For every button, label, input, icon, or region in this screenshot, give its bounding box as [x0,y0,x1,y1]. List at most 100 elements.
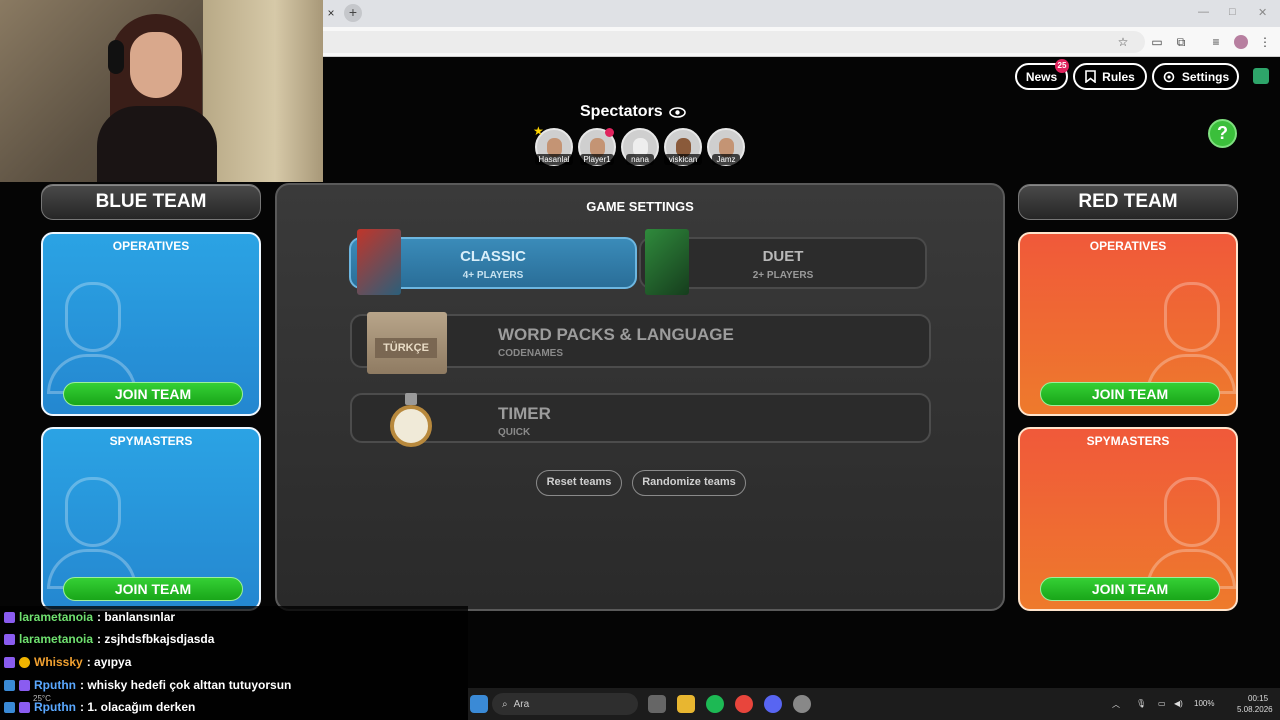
word-packs-button[interactable]: TÜRKÇE WORD PACKS & LANGUAGE CODENAMES [350,312,931,374]
settings-button[interactable]: Settings [1152,63,1239,90]
taskbar-search[interactable]: ⌕ Ara [492,693,638,715]
tab-close-icon[interactable]: × [323,5,339,21]
headset-icon [108,40,124,74]
clock-date[interactable]: 5.08.2026 [1237,705,1273,714]
blue-spymasters-join-button[interactable]: JOIN TEAM [63,577,243,601]
game-settings-title: GAME SETTINGS [586,199,694,214]
spotify-icon[interactable] [706,695,724,713]
weather-temp: 25°C [33,694,51,703]
red-team-title: RED TEAM [1018,184,1238,220]
blue-operatives-join-button[interactable]: JOIN TEAM [63,382,243,406]
word-packs-title: WORD PACKS & LANGUAGE [498,325,734,344]
windows-taskbar: ⌕ Ara ︿ 🎙 ▭ ◀) 100% 00:15 5.08.2026 [468,688,1280,720]
bookmark-icon [1085,70,1096,83]
chat-message: larametanoia : zsjhdsfbkajsdjasda [4,629,214,649]
blue-spymasters-panel: SPYMASTERS JOIN TEAM [41,427,261,611]
chat-badge-icon [4,701,15,713]
rules-button[interactable]: Rules [1073,63,1147,90]
spectator-name: nana [626,154,654,165]
chat-message: Whissky : ayıpya [4,652,131,672]
crate-language-label: TÜRKÇE [375,338,437,358]
battery-level: 100% [1194,699,1215,708]
search-icon: ⌕ [502,698,508,710]
menu-icon[interactable]: ⋮ [1257,34,1273,50]
new-tab-button[interactable]: + [344,4,362,22]
eye-icon[interactable] [668,106,686,118]
spectator-heart-badge [605,128,614,137]
maximize-icon[interactable]: □ [1229,6,1236,18]
timer-title: TIMER [498,404,551,423]
file-explorer-icon[interactable] [677,695,695,713]
spectator-name: Hasanlal [535,154,573,165]
chat-text: : banlansınlar [97,610,176,624]
app-icon[interactable] [793,695,811,713]
red-operatives-join-button[interactable]: JOIN TEAM [1040,382,1220,406]
spectators-title: Spectators [580,101,700,123]
playlist-icon[interactable]: ≡ [1208,34,1224,50]
reader-icon[interactable]: ▭ [1149,34,1165,50]
address-bar[interactable] [300,31,1145,53]
chat-text: : whisky hedefi çok alttan tutuyorsun [79,678,292,692]
streamer-figure [92,10,222,182]
chat-text: : zsjhdsfbkajsdjasda [97,632,215,646]
chat-badge-icon [4,611,15,623]
chat-badge-icon [19,701,30,713]
red-spymasters-panel: SPYMASTERS JOIN TEAM [1018,427,1238,611]
blue-spymasters-title: SPYMASTERS [109,434,193,448]
profile-avatar[interactable] [1234,35,1248,49]
extension-icon[interactable] [1253,68,1269,84]
blue-operatives-panel: OPERATIVES JOIN TEAM [41,232,261,416]
news-button[interactable]: News 25 [1015,59,1069,90]
word-packs-value: CODENAMES [498,348,564,359]
help-button[interactable]: ? [1208,119,1237,148]
red-operatives-panel: OPERATIVES JOIN TEAM [1018,232,1238,416]
news-label: News [1025,69,1058,84]
blue-team-title: BLUE TEAM [41,184,261,220]
blue-operative-illustration [47,272,137,394]
blue-spymaster-illustration [47,467,137,589]
task-view-icon[interactable] [648,695,666,713]
game-settings-panel: GAME SETTINGS CLASSIC 4+ PLAYERS DUET 2+… [275,183,1005,611]
extensions-icon[interactable]: ⧉ [1173,34,1189,50]
chat-text: : ayıpya [86,655,132,669]
chrome-icon[interactable] [735,695,753,713]
red-spymasters-join-button[interactable]: JOIN TEAM [1040,577,1220,601]
chat-badge-icon [19,656,30,668]
minimize-icon[interactable]: — [1198,6,1209,18]
chat-badge-icon [19,679,30,691]
reset-teams-button[interactable]: Reset teams [536,470,622,496]
timer-value: QUICK [498,427,531,438]
chat-username: Rputhn [34,678,76,692]
chat-badge-icon [4,679,15,691]
spectator-name: Jamz [712,154,740,165]
webcam-overlay [0,0,323,182]
tray-chevron-icon[interactable]: ︿ [1112,699,1120,710]
randomize-teams-button[interactable]: Randomize teams [632,470,746,496]
word-pack-crate: TÜRKÇE [367,312,447,374]
red-operatives-title: OPERATIVES [1089,239,1167,253]
chat-badge-icon [4,656,15,668]
settings-label: Settings [1181,69,1230,84]
duet-box-art [645,229,689,295]
timer-button[interactable]: TIMER QUICK [350,393,931,447]
window-close-icon[interactable]: ✕ [1258,6,1267,19]
volume-icon[interactable]: ◀) [1174,699,1183,708]
rules-label: Rules [1102,69,1135,84]
red-spymaster-illustration [1146,467,1236,589]
clock-time[interactable]: 00:15 [1248,694,1268,703]
chat-message: larametanoia : banlansınlar [4,607,175,627]
chat-text: : 1. olacağım derken [79,700,196,714]
search-placeholder: Ara [513,698,530,710]
gear-icon [1163,71,1175,82]
chat-username: Whissky [34,655,83,669]
discord-icon[interactable] [764,695,782,713]
windows-start-icon[interactable] [470,695,488,713]
blue-operatives-title: OPERATIVES [112,239,190,253]
chat-message: Rputhn : whisky hedefi çok alttan tutuyo… [4,675,291,695]
spectator-name: Player1 [580,154,614,165]
microphone-icon[interactable]: 🎙 [1136,699,1146,708]
bookmark-star-icon[interactable]: ☆ [1115,34,1131,50]
chat-username: larametanoia [19,632,94,646]
network-icon[interactable]: ▭ [1158,699,1166,708]
chat-username: larametanoia [19,610,94,624]
